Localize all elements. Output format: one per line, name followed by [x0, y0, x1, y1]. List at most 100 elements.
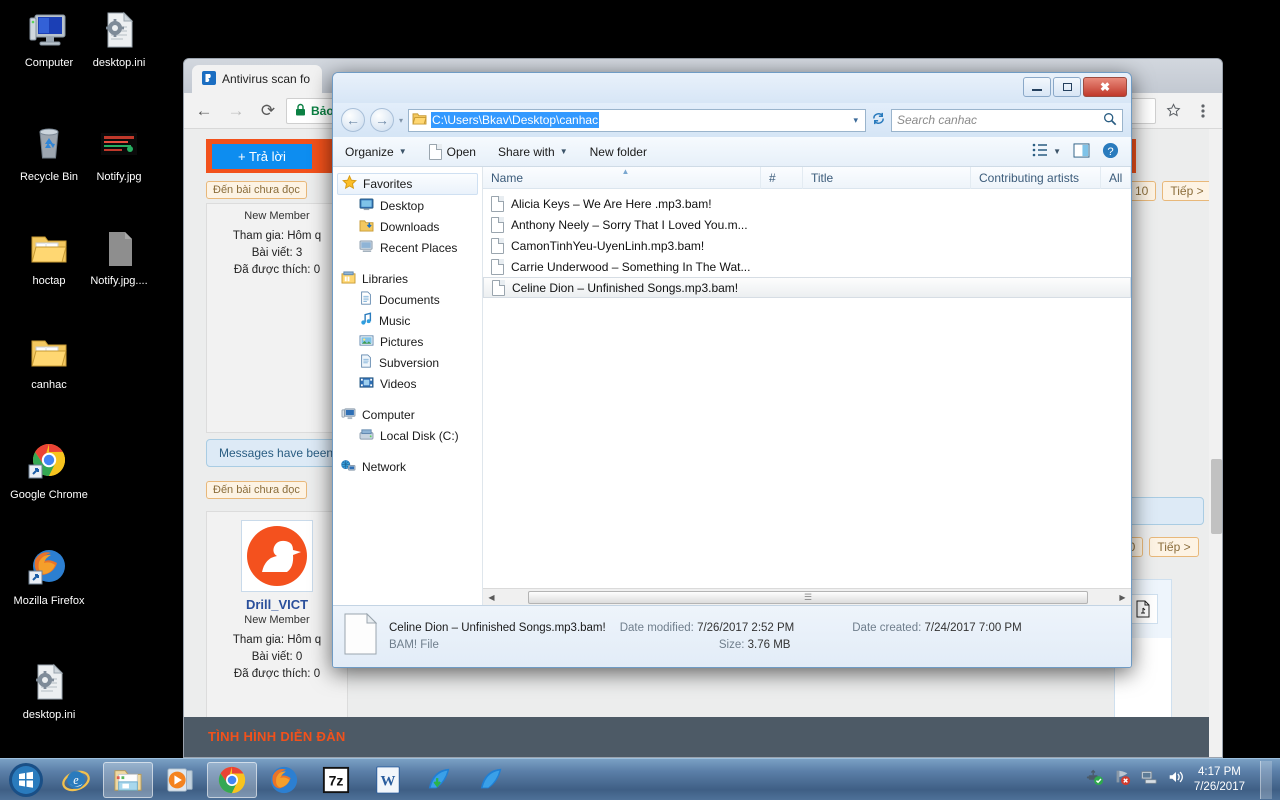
taskbar-mozilla-firefox[interactable]: [259, 762, 309, 798]
nav-item-videos[interactable]: Videos: [333, 373, 482, 394]
taskbar[interactable]: e 7z W 4:17 PM 7/26/2017: [0, 758, 1280, 800]
address-path-text[interactable]: C:\Users\Bkav\Desktop\canhac: [431, 112, 600, 128]
desktop-icon-notify-jpg-copy[interactable]: Notify.jpg....: [74, 226, 164, 288]
browser-tab[interactable]: Antivirus scan fo: [192, 65, 323, 93]
forward-arrow-icon[interactable]: →: [370, 108, 394, 132]
windows-start-orb[interactable]: [2, 761, 50, 799]
file-row[interactable]: CamonTinhYeu-UyenLinh.mp3.bam!: [483, 235, 1131, 256]
desktop-icon-canhac[interactable]: canhac: [4, 330, 94, 392]
attachment-icon[interactable]: [1128, 594, 1158, 624]
clock[interactable]: 4:17 PM 7/26/2017: [1194, 765, 1245, 795]
user-name[interactable]: Drill_VICT: [211, 597, 343, 612]
desktop-icon-notify-jpg[interactable]: Notify.jpg: [74, 122, 164, 184]
search-icon[interactable]: [1103, 112, 1117, 129]
desktop-icon-desktopini-bottom[interactable]: desktop.ini: [4, 660, 94, 722]
minimize-button[interactable]: [1023, 77, 1051, 97]
desktop-icon-mozilla-firefox[interactable]: Mozilla Firefox: [4, 546, 94, 608]
back-button[interactable]: ←: [190, 97, 218, 125]
taskbar-wireshark-1[interactable]: [415, 762, 465, 798]
unread-jump-pill-top[interactable]: Đến bài chưa đọc: [206, 181, 307, 199]
help-icon[interactable]: ?: [1102, 142, 1119, 162]
scroll-left-arrow[interactable]: ◀: [483, 593, 500, 602]
details-pane: Celine Dion – Unfinished Songs.mp3.bam! …: [333, 605, 1131, 667]
taskbar-internet-explorer[interactable]: e: [51, 762, 101, 798]
scrollbar-track[interactable]: ☰: [500, 589, 1114, 605]
page-scrollbar-thumb[interactable]: [1211, 459, 1222, 534]
taskbar-file-explorer[interactable]: [103, 761, 153, 798]
forward-button[interactable]: →: [222, 97, 250, 125]
file-explorer-window[interactable]: ✖ ← → ▾ C:\Users\Bkav\Desktop\canhac ▾ S…: [332, 72, 1132, 668]
column-label: Name: [491, 170, 524, 185]
column-header-album[interactable]: All: [1101, 166, 1131, 189]
nav-item-computer[interactable]: Computer: [333, 404, 482, 425]
view-options-button[interactable]: ▼: [1032, 143, 1061, 160]
taskbar-google-chrome[interactable]: [207, 761, 257, 798]
preview-pane-icon[interactable]: [1073, 142, 1090, 161]
network-icon[interactable]: [1140, 768, 1158, 791]
refresh-button[interactable]: [871, 111, 886, 129]
pager-next[interactable]: Tiếp >: [1149, 537, 1199, 557]
explorer-command-bar[interactable]: Organize ▼ Open Share with ▼ New folder: [333, 137, 1131, 167]
close-button[interactable]: ✖: [1083, 77, 1127, 97]
nav-item-favorites[interactable]: Favorites: [337, 173, 478, 195]
page-scrollbar[interactable]: [1209, 129, 1222, 757]
nav-item-downloads[interactable]: Downloads: [333, 216, 482, 237]
volume-icon[interactable]: [1167, 768, 1185, 791]
column-header-number[interactable]: #: [761, 166, 803, 189]
nav-item-libraries[interactable]: Libraries: [333, 268, 482, 289]
show-desktop-button[interactable]: [1260, 760, 1272, 799]
explorer-title-bar[interactable]: ✖: [333, 73, 1131, 103]
reply-button[interactable]: + Trả lời: [212, 143, 312, 169]
column-header-title[interactable]: Title: [803, 166, 971, 189]
nav-item-pictures[interactable]: Pictures: [333, 331, 482, 352]
new-folder-button[interactable]: New folder: [590, 145, 647, 159]
nav-item-music[interactable]: Music: [333, 310, 482, 331]
desktop-icon-google-chrome[interactable]: Google Chrome: [4, 440, 94, 502]
unread-jump-pill-mid[interactable]: Đến bài chưa đọc: [206, 481, 307, 499]
desktop-icon-desktopini-top[interactable]: desktop.ini: [74, 8, 164, 70]
nav-item-network[interactable]: Network: [333, 456, 482, 477]
network-error-icon[interactable]: [1113, 768, 1131, 791]
scrollbar-thumb[interactable]: ☰: [528, 590, 1088, 604]
chevron-down-icon[interactable]: ▾: [399, 116, 403, 125]
usb-safely-remove-icon[interactable]: [1086, 768, 1104, 791]
nav-item-recent-places[interactable]: Recent Places: [333, 237, 482, 258]
taskbar-wireshark-2[interactable]: [467, 762, 517, 798]
file-list-pane[interactable]: ▲ Name # Title Contributing artists All: [483, 166, 1131, 605]
taskbar-windows-media-player[interactable]: [155, 762, 205, 798]
desktop-icon-label: Notify.jpg: [96, 171, 142, 183]
nav-item-documents[interactable]: Documents: [333, 289, 482, 310]
file-row[interactable]: Carrie Underwood – Something In The Wat.…: [483, 256, 1131, 277]
taskbar-7zip[interactable]: 7z: [311, 762, 361, 798]
column-headers[interactable]: ▲ Name # Title Contributing artists All: [483, 166, 1131, 189]
file-row[interactable]: Anthony Neely – Sorry That I Loved You.m…: [483, 214, 1131, 235]
horizontal-scrollbar[interactable]: ◀ ☰ ▶: [483, 588, 1131, 605]
address-dropdown-caret[interactable]: ▾: [853, 115, 862, 126]
desktop-icon-label: Computer: [24, 57, 74, 69]
nav-item-subversion[interactable]: Subversion: [333, 352, 482, 373]
file-list[interactable]: Alicia Keys – We Are Here .mp3.bam! Anth…: [483, 189, 1131, 588]
taskbar-microsoft-word[interactable]: W: [363, 762, 413, 798]
three-dots-menu-icon[interactable]: [1190, 98, 1216, 124]
pager-next[interactable]: Tiếp >: [1162, 181, 1212, 201]
reload-button[interactable]: ⟳: [254, 97, 282, 125]
file-row[interactable]: Alicia Keys – We Are Here .mp3.bam!: [483, 193, 1131, 214]
nav-item-local-disk-c[interactable]: Local Disk (C:): [333, 425, 482, 446]
window-controls[interactable]: ✖: [1023, 77, 1127, 97]
column-header-name[interactable]: ▲ Name: [483, 166, 761, 189]
explorer-address-row[interactable]: ← → ▾ C:\Users\Bkav\Desktop\canhac ▾ Sea…: [333, 103, 1131, 137]
nav-item-desktop[interactable]: Desktop: [333, 195, 482, 216]
star-icon[interactable]: [1160, 98, 1186, 124]
file-row-selected[interactable]: Celine Dion – Unfinished Songs.mp3.bam!: [483, 277, 1131, 298]
navigation-pane[interactable]: Favorites Desktop Downloads Recent Place…: [333, 167, 483, 605]
back-arrow-icon[interactable]: ←: [341, 108, 365, 132]
column-header-contributing-artists[interactable]: Contributing artists: [971, 166, 1101, 189]
open-button[interactable]: Open: [428, 143, 476, 160]
system-tray[interactable]: 4:17 PM 7/26/2017: [1086, 760, 1280, 799]
share-with-button[interactable]: Share with ▼: [498, 145, 568, 159]
organize-button[interactable]: Organize ▼: [345, 145, 407, 159]
scroll-right-arrow[interactable]: ▶: [1114, 593, 1131, 602]
maximize-button[interactable]: [1053, 77, 1081, 97]
address-input[interactable]: C:\Users\Bkav\Desktop\canhac ▾: [408, 108, 866, 132]
search-input[interactable]: Search canhac: [891, 108, 1123, 132]
